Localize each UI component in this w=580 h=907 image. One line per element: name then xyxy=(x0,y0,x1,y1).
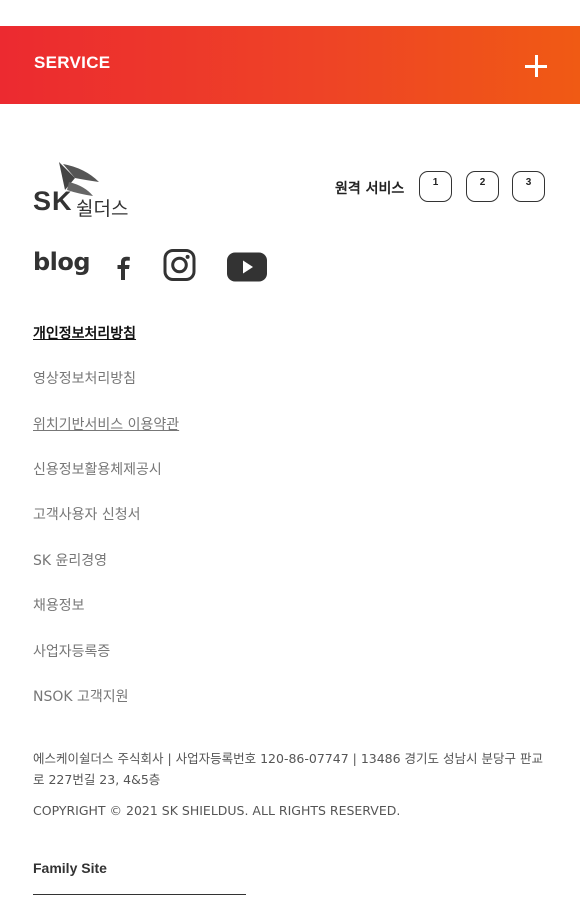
video-privacy-policy-link[interactable]: 영상정보처리방침 xyxy=(33,368,136,388)
family-site-select[interactable]: Family Site xyxy=(33,860,246,895)
business-registration-link[interactable]: 사업자등록증 xyxy=(33,641,110,661)
facebook-icon[interactable] xyxy=(113,250,133,286)
service-label: SERVICE xyxy=(34,53,111,72)
youtube-icon[interactable] xyxy=(227,249,267,285)
logo-name-text: 쉴더스 xyxy=(76,198,129,220)
remote-service-label: 원격 서비스 xyxy=(335,181,405,197)
privacy-policy-link[interactable]: 개인정보처리방침 xyxy=(33,323,136,343)
remote-service-button-2[interactable]: 2 xyxy=(466,171,499,202)
service-bar[interactable]: SERVICE xyxy=(0,26,580,104)
location-terms-link[interactable]: 위치기반서비스 이용약관 xyxy=(33,414,179,434)
remote-service-button-1[interactable]: 1 xyxy=(419,171,452,202)
company-address: 에스케이쉴더스 주식회사 | 사업자등록번호 120-86-07747 | 13… xyxy=(33,751,543,787)
plus-icon[interactable] xyxy=(524,54,548,78)
credit-info-notice-link[interactable]: 신용정보활용체제공시 xyxy=(33,459,162,479)
nsok-support-link[interactable]: NSOK 고객지원 xyxy=(33,686,129,706)
ethics-management-link[interactable]: SK 윤리경영 xyxy=(33,550,107,570)
remote-service-button-3[interactable]: 3 xyxy=(512,171,545,202)
copyright-text: COPYRIGHT © 2021 SK SHIELDUS. ALL RIGHTS… xyxy=(33,803,401,818)
customer-user-application-link[interactable]: 고객사용자 신청서 xyxy=(33,504,141,524)
recruitment-link[interactable]: 채용정보 xyxy=(33,595,85,615)
blog-link[interactable]: blog xyxy=(33,248,91,284)
instagram-icon[interactable] xyxy=(163,247,196,283)
logo-sk-text: SK xyxy=(33,186,73,216)
sk-shieldus-logo[interactable]: SK 쉴더스 xyxy=(33,160,148,220)
family-site-label: Family Site xyxy=(33,860,107,876)
